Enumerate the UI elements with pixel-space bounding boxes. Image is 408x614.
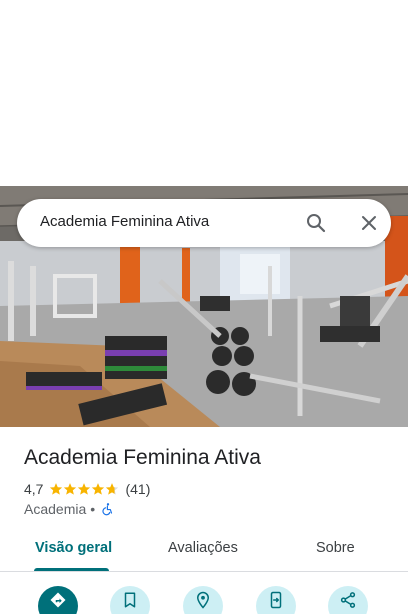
star-icon xyxy=(50,483,63,495)
send-to-phone-button[interactable] xyxy=(256,586,296,614)
place-category: Academia xyxy=(24,501,87,517)
directions-icon xyxy=(50,592,66,608)
place-tabs: Visão geral Avaliações Sobre xyxy=(0,528,408,572)
star-icon xyxy=(92,483,105,495)
nearby-pin-icon xyxy=(196,591,210,609)
wheelchair-accessible-icon xyxy=(101,502,115,516)
tab-reviews[interactable]: Avaliações xyxy=(168,540,238,556)
bookmark-icon xyxy=(124,592,136,608)
star-half-icon xyxy=(106,483,119,495)
nearby-button[interactable] xyxy=(183,586,223,614)
review-count[interactable]: (41) xyxy=(125,481,150,497)
close-icon[interactable] xyxy=(357,211,381,235)
share-button[interactable] xyxy=(328,586,368,614)
star-icon xyxy=(64,483,77,495)
category-row: Academia • xyxy=(24,500,115,518)
separator-dot: • xyxy=(90,501,96,517)
star-icon xyxy=(78,483,91,495)
rating-value: 4,7 xyxy=(24,481,44,497)
search-bar[interactable]: Academia Feminina Ativa xyxy=(17,199,391,247)
active-tab-indicator xyxy=(34,568,109,571)
star-rating xyxy=(49,482,119,496)
send-to-phone-icon xyxy=(270,591,282,609)
save-button[interactable] xyxy=(110,586,150,614)
rating-row[interactable]: 4,7 (41) xyxy=(24,480,150,498)
search-icon[interactable] xyxy=(304,211,328,235)
place-title: Academia Feminina Ativa xyxy=(24,446,261,469)
place-details-panel: Academia Feminina Ativa Academia Feminin… xyxy=(0,0,408,614)
share-icon xyxy=(340,592,356,608)
directions-button[interactable] xyxy=(38,586,78,614)
search-query-text[interactable]: Academia Feminina Ativa xyxy=(40,213,209,230)
tab-about[interactable]: Sobre xyxy=(316,540,355,556)
tab-overview[interactable]: Visão geral xyxy=(35,540,112,556)
